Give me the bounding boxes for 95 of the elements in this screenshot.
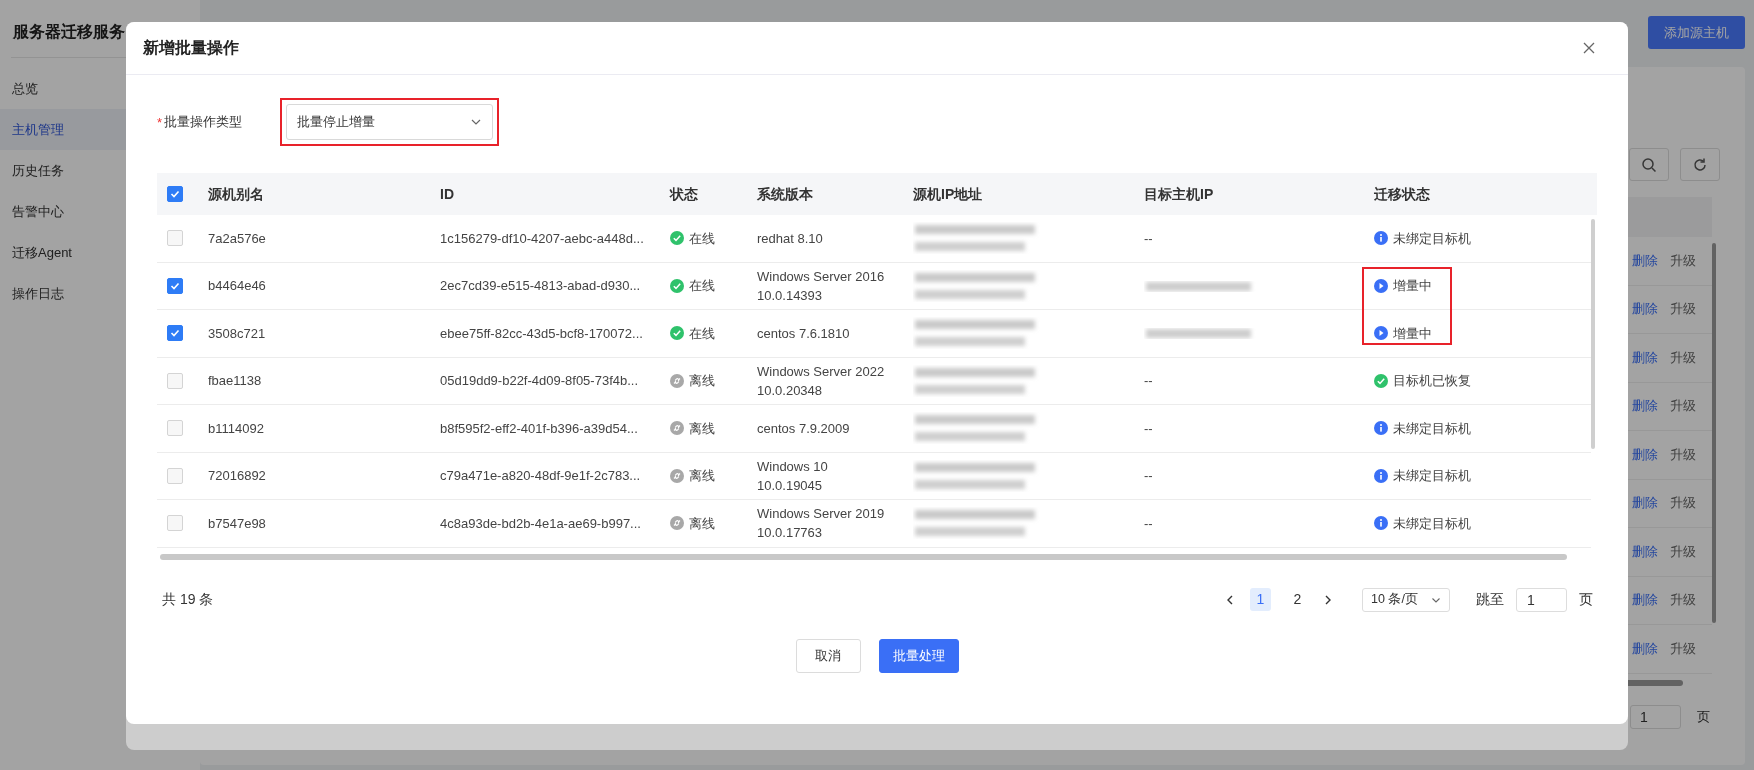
search-icon <box>1641 156 1657 173</box>
upgrade-link[interactable]: 升级 <box>1670 300 1696 319</box>
total-count: 共 19 条 <box>161 590 214 609</box>
upgrade-link[interactable]: 升级 <box>1670 542 1696 561</box>
page-input[interactable]: 1 <box>1516 587 1567 612</box>
upgrade-link[interactable]: 升级 <box>1670 639 1696 658</box>
status-text: 未绑定目标机 <box>1393 229 1471 248</box>
delete-link[interactable]: 删除 <box>1632 397 1658 416</box>
page-label: 页 <box>1579 590 1593 609</box>
status-text: 在线 <box>689 229 715 248</box>
table-cell-text: Windows Server 2016 10.0.14393 <box>757 267 886 305</box>
status-text: 未绑定目标机 <box>1393 419 1471 438</box>
scrollbar[interactable] <box>1591 219 1595 449</box>
check-icon <box>170 189 180 199</box>
table-cell-text: ebee75ff-82cc-43d5-bcf8-170072... <box>440 324 643 343</box>
page-input[interactable]: 1 <box>1630 704 1681 729</box>
table-cell-text: 3508c721 <box>208 324 266 343</box>
column-header: 源机IP地址 <box>912 184 984 204</box>
upgrade-link[interactable]: 升级 <box>1670 494 1696 513</box>
scrollbar[interactable] <box>1712 243 1716 623</box>
table-cell-text: Windows Server 2022 10.0.20348 <box>757 362 886 400</box>
table-cell-text: 72016892 <box>208 467 266 486</box>
delete-link[interactable]: 删除 <box>1632 348 1658 367</box>
submit-button[interactable]: 批量处理 <box>878 638 959 673</box>
column-header: 迁移状态 <box>1373 184 1431 204</box>
add-host-button[interactable]: 添加源主机 <box>1648 16 1745 49</box>
row-checkbox[interactable] <box>167 277 183 294</box>
refresh-icon <box>1692 156 1708 173</box>
required-mark: * <box>157 114 163 130</box>
table-cell-text: b4464e46 <box>208 277 266 296</box>
check-icon <box>170 328 180 339</box>
status-text: 在线 <box>689 324 715 343</box>
dialog-title: 新增批量操作 <box>143 37 239 58</box>
status-text: 增量中 <box>1393 324 1432 343</box>
table-cell-text: 7a2a576e <box>208 229 266 248</box>
column-header: 源机别名 <box>207 184 265 204</box>
delete-link[interactable]: 删除 <box>1632 251 1658 270</box>
status-text: 离线 <box>689 419 715 438</box>
status-text: 离线 <box>689 467 715 486</box>
check-icon <box>170 280 180 291</box>
upgrade-link[interactable]: 升级 <box>1670 348 1696 367</box>
select-all-checkbox[interactable] <box>167 186 183 202</box>
cancel-button[interactable]: 取消 <box>795 638 861 673</box>
delete-link[interactable]: 删除 <box>1632 542 1658 561</box>
table-cell-text: Windows 10 10.0.19045 <box>757 457 829 495</box>
table-cell-text: fbae1138 <box>208 372 262 391</box>
table-cell-text: b7547e98 <box>208 514 266 533</box>
table-cell-text: Windows Server 2019 10.0.17763 <box>757 505 886 543</box>
table-cell-text: 1c156279-df10-4207-aebc-a448d... <box>440 229 644 248</box>
app-title: 服务器迁移服务 <box>12 22 125 42</box>
column-header: ID <box>439 184 455 204</box>
column-header: 状态 <box>668 184 699 204</box>
status-text: 未绑定目标机 <box>1393 467 1471 486</box>
table-cell-text: centos 7.6.1810 <box>757 324 850 343</box>
table-cell-text: -- <box>1144 419 1153 438</box>
table-cell-text: -- <box>1144 372 1153 391</box>
upgrade-link[interactable]: 升级 <box>1670 251 1696 270</box>
operation-type-select[interactable]: 批量停止增量 <box>286 104 493 140</box>
status-text: 离线 <box>689 372 715 391</box>
delete-link[interactable]: 删除 <box>1632 300 1658 319</box>
page-label: 页 <box>1697 707 1710 726</box>
table-cell-text: b8f595f2-eff2-401f-b396-a39d54... <box>440 419 638 438</box>
upgrade-link[interactable]: 升级 <box>1670 397 1696 416</box>
status-text: 离线 <box>689 514 715 533</box>
table-cell-text: -- <box>1144 514 1153 533</box>
table-cell-text: b1114092 <box>208 419 264 438</box>
page-button[interactable]: 1 <box>1250 588 1271 611</box>
delete-link[interactable]: 删除 <box>1632 445 1658 464</box>
delete-link[interactable]: 删除 <box>1632 494 1658 513</box>
table-cell-text: centos 7.9.2009 <box>757 419 850 438</box>
table-cell-text: c79a471e-a820-48df-9e1f-2c783... <box>440 467 641 486</box>
table-cell-text: 4c8a93de-bd2b-4e1a-ae69-b997... <box>440 514 641 533</box>
close-icon[interactable] <box>1582 41 1596 55</box>
refresh-button[interactable] <box>1680 148 1720 181</box>
scrollbar[interactable] <box>160 553 1567 560</box>
status-text: 未绑定目标机 <box>1393 514 1471 533</box>
delete-link[interactable]: 删除 <box>1632 639 1658 658</box>
column-header: 系统版本 <box>756 184 814 204</box>
upgrade-link[interactable]: 升级 <box>1670 591 1696 610</box>
table-cell-text: 2ec7cd39-e515-4813-abad-d930... <box>440 277 641 296</box>
table-cell-text: 05d19dd9-b22f-4d09-8f05-73f4b... <box>440 372 639 391</box>
table-cell-text: -- <box>1144 229 1153 248</box>
page-size-select[interactable]: 10 条/页 <box>1362 587 1450 612</box>
search-button[interactable] <box>1629 148 1669 181</box>
table-cell-text: redhat 8.10 <box>757 229 823 248</box>
status-text: 目标机已恢复 <box>1393 372 1471 391</box>
column-header: 目标主机IP <box>1143 184 1215 204</box>
page-button[interactable]: 2 <box>1287 588 1308 611</box>
row-checkbox[interactable] <box>167 325 183 342</box>
jump-label: 跳至 <box>1476 590 1504 609</box>
status-text: 在线 <box>689 277 715 296</box>
table-cell-text: -- <box>1144 467 1153 486</box>
delete-link[interactable]: 删除 <box>1632 591 1658 610</box>
status-text: 增量中 <box>1393 277 1432 296</box>
upgrade-link[interactable]: 升级 <box>1670 445 1696 464</box>
